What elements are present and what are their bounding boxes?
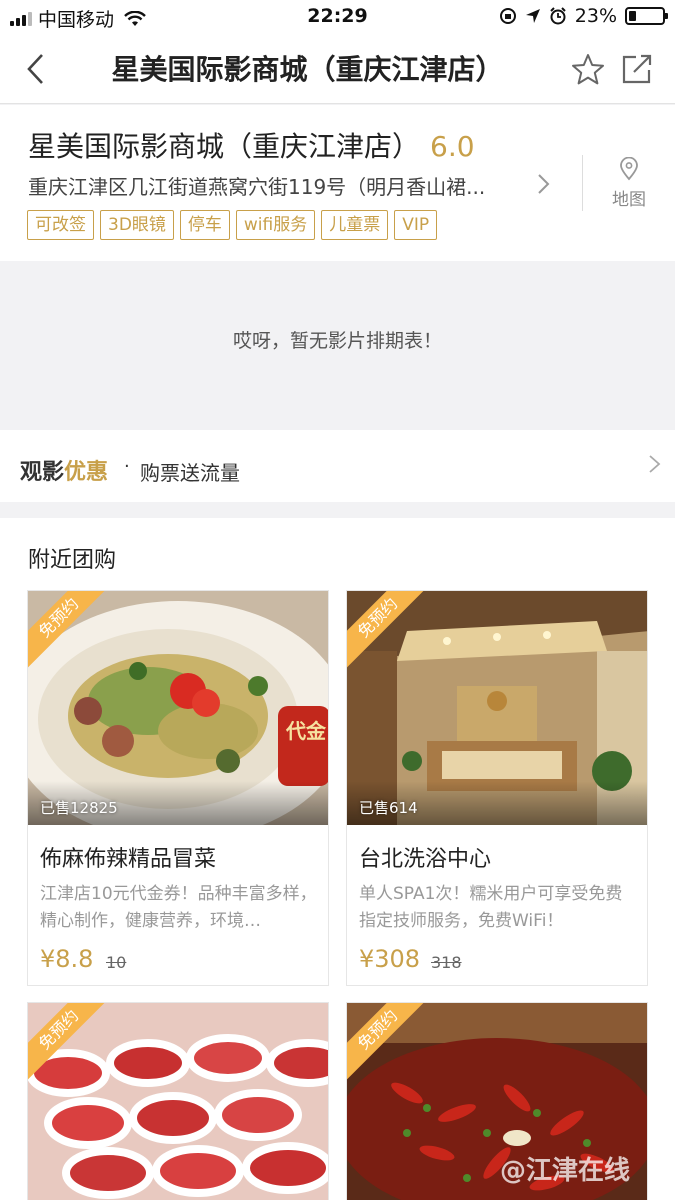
promo-banner[interactable]: 观影优惠 · 购票送流量 — [0, 430, 675, 502]
chevron-left-icon[interactable] — [22, 52, 52, 86]
promo-description: 购票送流量 — [140, 461, 240, 485]
page-title: 星美国际影商城（重庆江津店） — [111, 53, 504, 86]
cinema-info: 星美国际影商城（重庆江津店） 6.0 重庆江津区几江街道燕窝穴街119号（明月香山… — [0, 105, 675, 261]
schedule-empty-state: 哎呀，暂无影片排期表！ — [0, 262, 675, 428]
status-right: 23% — [499, 5, 668, 27]
cinema-name: 星美国际影商城（重庆江津店） 6.0 — [28, 125, 475, 165]
location-arrow-icon — [525, 9, 540, 23]
sold-count: 已售12825 — [40, 799, 118, 817]
deal-image: 免预约 — [28, 1003, 328, 1200]
alarm-icon — [550, 7, 566, 25]
promo-title-part1: 观影 — [20, 460, 65, 485]
feature-tags: 可改签 3D眼镜 停车 wifi服务 儿童票 VIP — [27, 210, 438, 240]
watermark: @江津在线 — [500, 1156, 631, 1186]
star-outline-icon[interactable] — [570, 52, 606, 86]
section-title: 附近团购 — [28, 548, 117, 573]
empty-message: 哎呀，暂无影片排期表！ — [232, 330, 442, 352]
map-label: 地图 — [612, 190, 646, 210]
chevron-right-icon[interactable] — [536, 173, 552, 195]
map-button[interactable]: 地图 — [600, 157, 658, 210]
deal-price: ¥308 — [359, 945, 421, 973]
deal-price: ¥8.8 — [40, 945, 94, 973]
deal-image: 免预约 已售614 — [347, 591, 647, 825]
deal-original-price: 318 — [431, 953, 462, 972]
chevron-right-icon — [649, 455, 661, 473]
tag: 可改签 — [27, 210, 94, 240]
deal-original-price: 10 — [106, 953, 127, 972]
location-pin-icon — [620, 157, 638, 181]
sold-count: 已售614 — [359, 799, 418, 817]
divider — [582, 155, 583, 211]
cinema-score: 6.0 — [430, 130, 475, 163]
battery-fill — [629, 11, 636, 21]
share-icon[interactable] — [620, 52, 654, 86]
promo-title: 观影优惠 — [20, 454, 108, 486]
deal-name: 台北洗浴中心 — [359, 847, 492, 872]
promo-separator: · — [124, 456, 130, 477]
tag: VIP — [394, 210, 438, 240]
deal-card[interactable]: 免预约 已售614 台北洗浴中心 单人SPA1次！糯米用户可享受免费指定技师服务… — [346, 590, 648, 986]
cinema-address[interactable]: 重庆江津区几江街道燕窝穴街119号（明月香山裙... — [28, 171, 508, 200]
nearby-deals-section: 附近团购 代金 免预约 已售12825 佈麻佈辣精品冒菜 江津店10元代金券！品… — [0, 518, 675, 1200]
tag: 儿童票 — [321, 210, 389, 240]
promo-title-part2: 优惠 — [64, 460, 109, 485]
orientation-lock-icon — [499, 8, 516, 24]
image-overlay-text: 代金 — [285, 719, 327, 743]
tag: wifi服务 — [235, 210, 316, 240]
status-bar: 中国移动 22:29 23% — [0, 0, 675, 34]
deal-name: 佈麻佈辣精品冒菜 — [40, 847, 217, 872]
deal-description: 单人SPA1次！糯米用户可享受免费指定技师服务，免费WiFi！ — [359, 884, 623, 931]
battery-icon — [625, 7, 668, 25]
deal-image: 代金 免预约 已售12825 — [28, 591, 328, 825]
tag: 3D眼镜 — [100, 210, 174, 240]
battery-percent: 23% — [574, 5, 617, 27]
cinema-name-text: 星美国际影商城（重庆江津店） — [28, 130, 421, 163]
deal-card[interactable]: 代金 免预约 已售12825 佈麻佈辣精品冒菜 江津店10元代金券！品种丰富多样… — [27, 590, 329, 986]
tag: 停车 — [179, 210, 230, 240]
nav-bar: 星美国际影商城（重庆江津店） — [0, 34, 675, 104]
deal-description: 江津店10元代金券！品种丰富多样，精心制作，健康营养，环境… — [40, 884, 317, 931]
deal-card[interactable]: 免预约 — [27, 1002, 329, 1200]
